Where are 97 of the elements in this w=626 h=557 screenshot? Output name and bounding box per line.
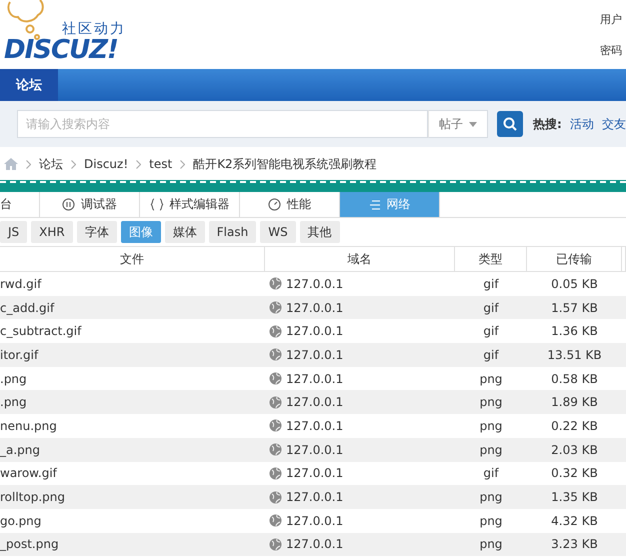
filter-button[interactable]: XHR [31,221,73,243]
table-cell: .png [0,390,265,414]
table-cell-text: png [478,370,504,388]
table-cell-text: png [478,512,504,530]
table-cell-text: .png [0,370,28,388]
search-scope-dropdown[interactable]: 帖子 [428,110,488,138]
column-header[interactable]: 已传输 [527,246,622,272]
table-cell-text: nenu.png [0,418,58,435]
table-cell: 127.0.0.1 [286,324,344,338]
chevron-icon [136,160,142,168]
hot-search-link[interactable]: 交友 [602,116,626,132]
table-cell: _post.png [0,532,265,556]
chevron-icon [71,160,76,168]
globe-icon [269,301,282,314]
globe-icon [269,490,282,504]
hot-search-link[interactable]: 活动 [570,116,594,132]
lines-icon [368,200,380,210]
filter-button[interactable]: WS [260,221,296,243]
globe-icon [269,396,282,409]
table-cell: 127.0.0.1 [286,442,344,457]
search-field[interactable]: 请输入搜索内容 [17,110,428,138]
column-header[interactable]: 文件 [0,246,265,272]
table-cell: 127.0.0.1 [286,490,344,504]
globe-icon [269,443,282,456]
table-cell: _a.png [0,438,265,462]
logo-tagline: 社区动力 [62,22,126,37]
table-cell-text: 0.32 KB [550,465,599,482]
table-cell-text: go.png [0,512,42,530]
gauge-icon [268,198,281,211]
globe-icon [269,324,282,338]
hot-search-label: 热搜: [533,116,562,132]
filter-button[interactable]: 媒体 [164,221,205,243]
table-cell: 1.57 KB [527,296,622,320]
table-cell: 2.03 KB [527,438,622,462]
table-cell-text: 0.58 KB [550,370,599,388]
globe-icon [269,277,282,290]
table-cell: 127.0.0.1 [286,466,344,480]
breadcrumb-link[interactable]: Discuz! [84,157,128,171]
globe-icon [269,538,282,551]
column-header[interactable]: 域名 [265,246,455,272]
search-button[interactable] [497,111,523,137]
table-cell: 3.23 KB [527,532,622,556]
table-cell: png [455,532,527,556]
table-cell: png [455,438,527,462]
caret-icon [469,122,477,126]
table-cell-text: 0.22 KB [550,418,599,435]
table-cell-text: rwd.gif [0,276,43,293]
table-cell: itor.gif [0,343,265,367]
table-cell: 1.35 KB [527,485,622,509]
table-cell: 127.0.0.1 [286,372,344,386]
table-cell: 127.0.0.1 [286,418,344,433]
table-cell: rolltop.png [0,485,265,509]
table-cell-text: 0.05 KB [550,276,599,293]
table-cell: gif [455,296,527,320]
nav-tab[interactable]: 论坛 [0,69,58,101]
table-cell-text: gif [482,276,500,293]
table-cell-text: warow.gif [0,465,58,482]
globe-icon [269,348,282,362]
table-cell: 127.0.0.1 [286,276,344,291]
table-cell-text: gif [482,323,500,340]
table-cell: c_add.gif [0,296,265,320]
globe-icon [269,372,282,386]
table-cell: png [455,485,527,509]
table-cell-text: png [478,418,504,435]
braces-icon [150,198,164,211]
table-cell: 127.0.0.1 [286,537,344,552]
table-cell: 127.0.0.1 [286,395,344,410]
table-cell: png [455,390,527,414]
table-cell: 1.89 KB [527,390,622,414]
breadcrumb-link[interactable]: 论坛 [39,156,63,172]
breadcrumb-link[interactable]: test [149,157,172,171]
table-cell-text: gif [482,465,500,482]
login-label: 用户 [600,12,623,27]
breadcrumb-link[interactable]: 酷开K2系列智能电视系统强刷教程 [193,156,377,172]
devtools-tab[interactable]: 台 [0,192,40,217]
logo-text: DISCUZ! [4,37,118,63]
column-header[interactable]: 类型 [455,246,527,272]
globe-icon [269,466,282,480]
table-cell: gif [455,343,527,367]
filter-button[interactable]: JS [0,221,28,243]
table-cell-text: 4.32 KB [550,512,599,530]
table-cell: 13.51 KB [527,343,622,367]
chevron-icon [26,160,31,168]
table-cell: 127.0.0.1 [286,348,344,362]
globe-icon [269,514,282,528]
table-cell-text: 1.36 KB [550,323,599,340]
table-cell-text: c_subtract.gif [0,323,83,340]
table-cell: 127.0.0.1 [286,514,344,528]
table-cell: 127.0.0.1 [286,300,344,315]
chevron-icon [180,160,186,168]
globe-icon [269,419,282,432]
pause-icon [62,198,75,211]
login-label: 密码 [600,43,623,58]
filter-button[interactable]: 字体 [76,221,117,243]
filter-button[interactable]: Flash [208,221,256,243]
search-icon [503,117,517,131]
filter-button[interactable]: 其他 [300,221,340,243]
